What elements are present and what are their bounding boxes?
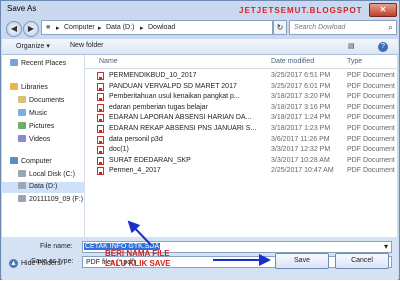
cancel-button[interactable]: Cancel: [335, 253, 389, 269]
annotation-arrows: [127, 220, 271, 266]
arrow-to-file-name: [127, 220, 152, 246]
save-as-dialog: Save As ✕ JETJETSEMUT.BLOGSPOT ◀ ▶ ■ ▸ C…: [0, 0, 400, 280]
save-button[interactable]: Save: [275, 253, 329, 269]
